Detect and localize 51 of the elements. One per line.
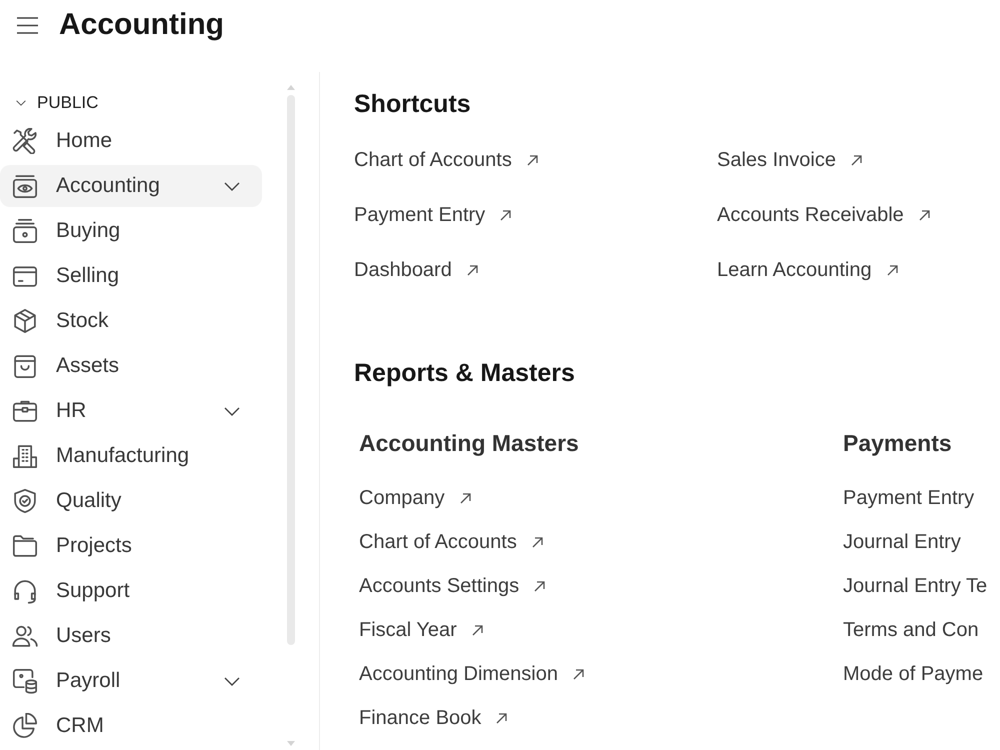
briefcase-icon: [12, 398, 38, 424]
sidebar-item[interactable]: Quality: [0, 480, 262, 522]
cube-icon: [12, 308, 38, 334]
users-icon: [12, 623, 38, 649]
card-heading: Accounting Masters: [359, 429, 579, 457]
bag-icon: [12, 353, 38, 379]
banknote-icon: [12, 173, 38, 199]
report-link[interactable]: Journal Entry Te: [843, 572, 988, 600]
shortcut-link[interactable]: Dashboard: [354, 255, 478, 285]
shield-check-icon: [12, 488, 38, 514]
report-link[interactable]: Accounts Settings: [359, 572, 546, 600]
sidebar-item[interactable]: Selling: [0, 255, 262, 297]
headset-icon: [12, 578, 38, 604]
building-icon: [12, 443, 38, 469]
shortcut-link[interactable]: Sales Invoice: [717, 145, 862, 175]
sidebar-item[interactable]: Buying: [0, 210, 262, 252]
pie-chart-icon: [12, 713, 38, 739]
sidebar-item[interactable]: Manufacturing: [0, 435, 262, 477]
sidebar-item[interactable]: HR: [0, 390, 262, 432]
tools-icon: [12, 128, 38, 154]
report-link[interactable]: Mode of Payme: [843, 660, 984, 688]
box-icon: [12, 218, 38, 244]
card-database-icon: [12, 668, 38, 694]
section-heading: Shortcuts: [354, 89, 471, 119]
folder-icon: [12, 533, 38, 559]
report-link[interactable]: Finance Book: [359, 704, 508, 732]
shortcut-link[interactable]: Payment Entry: [354, 200, 512, 230]
sidebar-item[interactable]: Accounting: [0, 165, 262, 207]
sidebar-item[interactable]: Assets: [0, 345, 262, 387]
section-toggle[interactable]: PUBLIC: [0, 92, 104, 114]
report-link[interactable]: Journal Entry: [843, 528, 961, 556]
report-link[interactable]: Payment Entry: [843, 484, 974, 512]
sidebar-item[interactable]: Users: [0, 615, 262, 657]
report-link[interactable]: Chart of Accounts: [359, 528, 543, 556]
sidebar-item[interactable]: Support: [0, 570, 262, 612]
page-title: Accounting: [59, 7, 224, 43]
sidebar-item[interactable]: Projects: [0, 525, 262, 567]
report-link[interactable]: Terms and Con: [843, 616, 979, 644]
menu-icon[interactable]: [17, 16, 38, 34]
sidebar-item[interactable]: CRM: [0, 705, 262, 747]
report-link[interactable]: Company: [359, 484, 471, 512]
sidebar-item[interactable]: Home: [0, 120, 262, 162]
section-heading: Reports & Masters: [354, 358, 575, 388]
shortcut-link[interactable]: Chart of Accounts: [354, 145, 538, 175]
report-link[interactable]: Fiscal Year: [359, 616, 483, 644]
sidebar-item[interactable]: Payroll: [0, 660, 262, 702]
shortcut-link[interactable]: Learn Accounting: [717, 255, 898, 285]
card-heading: Payments: [843, 429, 952, 457]
sidebar-item[interactable]: Stock: [0, 300, 262, 342]
report-link[interactable]: Accounting Dimension: [359, 660, 584, 688]
shortcut-link[interactable]: Accounts Receivable: [717, 200, 930, 230]
